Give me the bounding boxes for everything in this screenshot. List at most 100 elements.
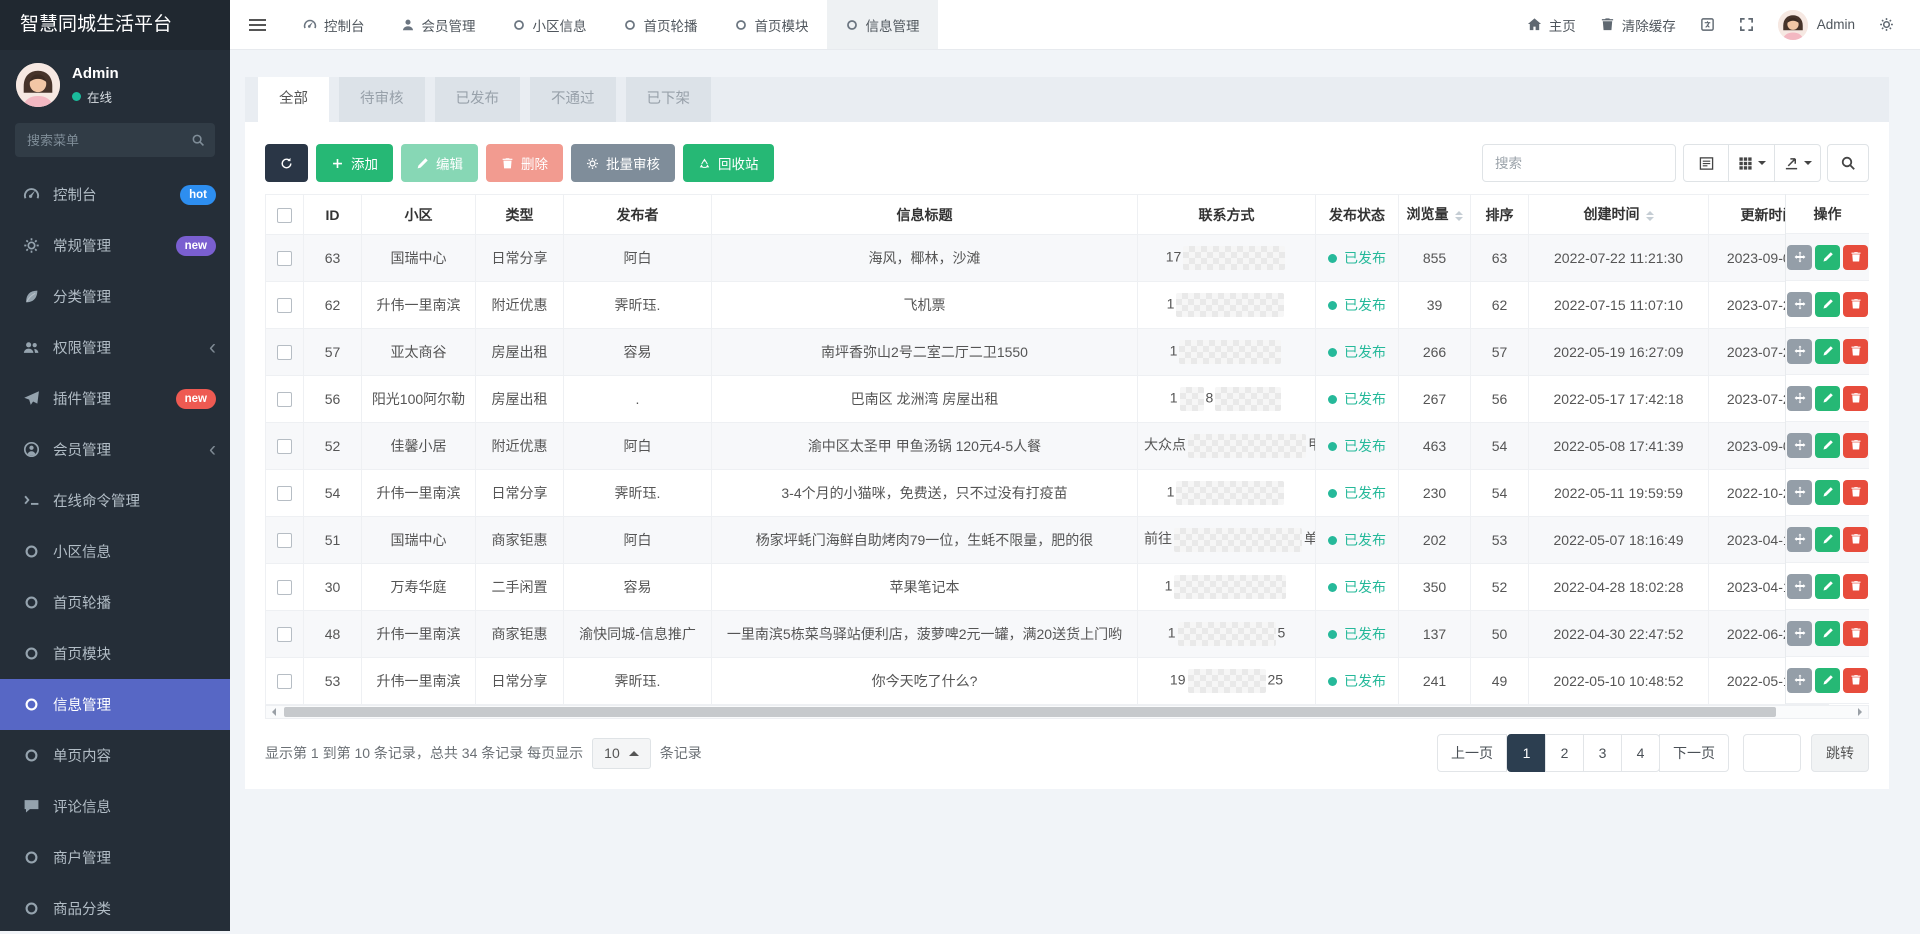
- edit-row-button[interactable]: [1815, 245, 1840, 270]
- delete-row-button[interactable]: [1843, 574, 1868, 599]
- move-row-button[interactable]: [1787, 480, 1812, 505]
- topnav-item-module[interactable]: 首页模块: [716, 0, 827, 49]
- topnav-item-banner[interactable]: 首页轮播: [605, 0, 716, 49]
- sidebar-item-info[interactable]: 信息管理: [0, 679, 230, 730]
- topnav-item-community[interactable]: 小区信息: [494, 0, 605, 49]
- edit-row-button[interactable]: [1815, 386, 1840, 411]
- edit-row-button[interactable]: [1815, 668, 1840, 693]
- row-checkbox[interactable]: [277, 439, 292, 454]
- move-row-button[interactable]: [1787, 574, 1812, 599]
- home-button[interactable]: 主页: [1527, 15, 1576, 35]
- row-checkbox[interactable]: [277, 251, 292, 266]
- sidebar-item-addon[interactable]: 插件管理new: [0, 373, 230, 424]
- page-4-button[interactable]: 4: [1621, 734, 1660, 772]
- delete-row-button[interactable]: [1843, 621, 1868, 646]
- menu-search-input[interactable]: [15, 123, 215, 157]
- row-checkbox[interactable]: [277, 345, 292, 360]
- sidebar-item-auth[interactable]: 权限管理‹: [0, 322, 230, 373]
- sidebar-item-merchant[interactable]: 商户管理: [0, 832, 230, 883]
- col-views[interactable]: 浏览量: [1399, 195, 1471, 235]
- move-row-button[interactable]: [1787, 339, 1812, 364]
- sidebar-item-dashboard[interactable]: 控制台hot: [0, 169, 230, 220]
- sidebar-item-banner[interactable]: 首页轮播: [0, 577, 230, 628]
- delete-row-button[interactable]: [1843, 245, 1868, 270]
- delete-row-button[interactable]: [1843, 433, 1868, 458]
- scroll-left-arrow-icon[interactable]: [266, 706, 282, 718]
- jump-page-input[interactable]: [1743, 734, 1801, 772]
- page-3-button[interactable]: 3: [1583, 734, 1622, 772]
- row-checkbox[interactable]: [277, 486, 292, 501]
- edit-button[interactable]: 编辑: [401, 144, 478, 182]
- sidebar-item-general[interactable]: 常规管理new: [0, 220, 230, 271]
- sidebar-item-community[interactable]: 小区信息: [0, 526, 230, 577]
- delete-row-button[interactable]: [1843, 527, 1868, 552]
- sidebar-item-goods-category[interactable]: 商品分类: [0, 883, 230, 934]
- row-checkbox[interactable]: [277, 580, 292, 595]
- delete-row-button[interactable]: [1843, 292, 1868, 317]
- edit-row-button[interactable]: [1815, 292, 1840, 317]
- clear-cache-button[interactable]: 清除缓存: [1600, 15, 1676, 35]
- edit-row-button[interactable]: [1815, 574, 1840, 599]
- move-row-button[interactable]: [1787, 621, 1812, 646]
- edit-row-button[interactable]: [1815, 339, 1840, 364]
- page-1-button[interactable]: 1: [1507, 734, 1546, 772]
- page-2-button[interactable]: 2: [1545, 734, 1584, 772]
- tab-rejected[interactable]: 不通过: [530, 77, 616, 122]
- prev-page-button[interactable]: 上一页: [1437, 734, 1507, 772]
- scrollbar-thumb[interactable]: [284, 707, 1776, 717]
- topnav-item-info[interactable]: 信息管理: [827, 0, 938, 49]
- detail-view-button[interactable]: [1683, 144, 1729, 182]
- edit-row-button[interactable]: [1815, 621, 1840, 646]
- move-row-button[interactable]: [1787, 386, 1812, 411]
- col-created[interactable]: 创建时间: [1529, 195, 1709, 235]
- delete-row-button[interactable]: [1843, 480, 1868, 505]
- tab-offline[interactable]: 已下架: [626, 77, 712, 122]
- delete-row-button[interactable]: [1843, 668, 1868, 693]
- search-button[interactable]: [1827, 144, 1869, 182]
- select-all-checkbox[interactable]: [277, 208, 292, 223]
- add-button[interactable]: 添加: [316, 144, 393, 182]
- recycle-button[interactable]: 回收站: [683, 144, 774, 182]
- hamburger-menu-icon[interactable]: [230, 0, 285, 49]
- topnav-item-dashboard[interactable]: 控制台: [285, 0, 383, 49]
- row-checkbox[interactable]: [277, 627, 292, 642]
- topnav-item-member[interactable]: 会员管理: [383, 0, 494, 49]
- tab-all[interactable]: 全部: [258, 77, 329, 122]
- jump-button[interactable]: 跳转: [1811, 734, 1869, 772]
- table-search-input[interactable]: [1482, 144, 1676, 182]
- move-row-button[interactable]: [1787, 433, 1812, 458]
- scroll-right-arrow-icon[interactable]: [1852, 706, 1868, 718]
- sidebar-item-module[interactable]: 首页模块: [0, 628, 230, 679]
- row-checkbox[interactable]: [277, 298, 292, 313]
- sidebar-item-category[interactable]: 分类管理: [0, 271, 230, 322]
- settings-button[interactable]: [1879, 17, 1894, 32]
- audit-button[interactable]: 批量审核: [571, 144, 675, 182]
- tab-pending[interactable]: 待审核: [339, 77, 425, 122]
- delete-button[interactable]: 删除: [486, 144, 563, 182]
- edit-row-button[interactable]: [1815, 480, 1840, 505]
- fullscreen-button[interactable]: [1739, 17, 1754, 32]
- edit-row-button[interactable]: [1815, 527, 1840, 552]
- row-checkbox[interactable]: [277, 674, 292, 689]
- sidebar-item-page[interactable]: 单页内容: [0, 730, 230, 781]
- row-checkbox[interactable]: [277, 533, 292, 548]
- delete-row-button[interactable]: [1843, 386, 1868, 411]
- row-checkbox[interactable]: [277, 392, 292, 407]
- user-menu[interactable]: Admin: [1778, 10, 1855, 40]
- edit-row-button[interactable]: [1815, 433, 1840, 458]
- sidebar-item-command[interactable]: 在线命令管理: [0, 475, 230, 526]
- sidebar-item-member[interactable]: 会员管理‹: [0, 424, 230, 475]
- delete-row-button[interactable]: [1843, 339, 1868, 364]
- next-page-button[interactable]: 下一页: [1659, 734, 1729, 772]
- move-row-button[interactable]: [1787, 527, 1812, 552]
- move-row-button[interactable]: [1787, 292, 1812, 317]
- tab-published[interactable]: 已发布: [435, 77, 521, 122]
- columns-button[interactable]: [1729, 144, 1775, 182]
- per-page-select[interactable]: 10: [592, 738, 651, 769]
- move-row-button[interactable]: [1787, 668, 1812, 693]
- sidebar-item-comment[interactable]: 评论信息: [0, 781, 230, 832]
- export-button[interactable]: [1775, 144, 1821, 182]
- refresh-button[interactable]: [265, 144, 308, 182]
- language-button[interactable]: [1700, 17, 1715, 32]
- move-row-button[interactable]: [1787, 245, 1812, 270]
